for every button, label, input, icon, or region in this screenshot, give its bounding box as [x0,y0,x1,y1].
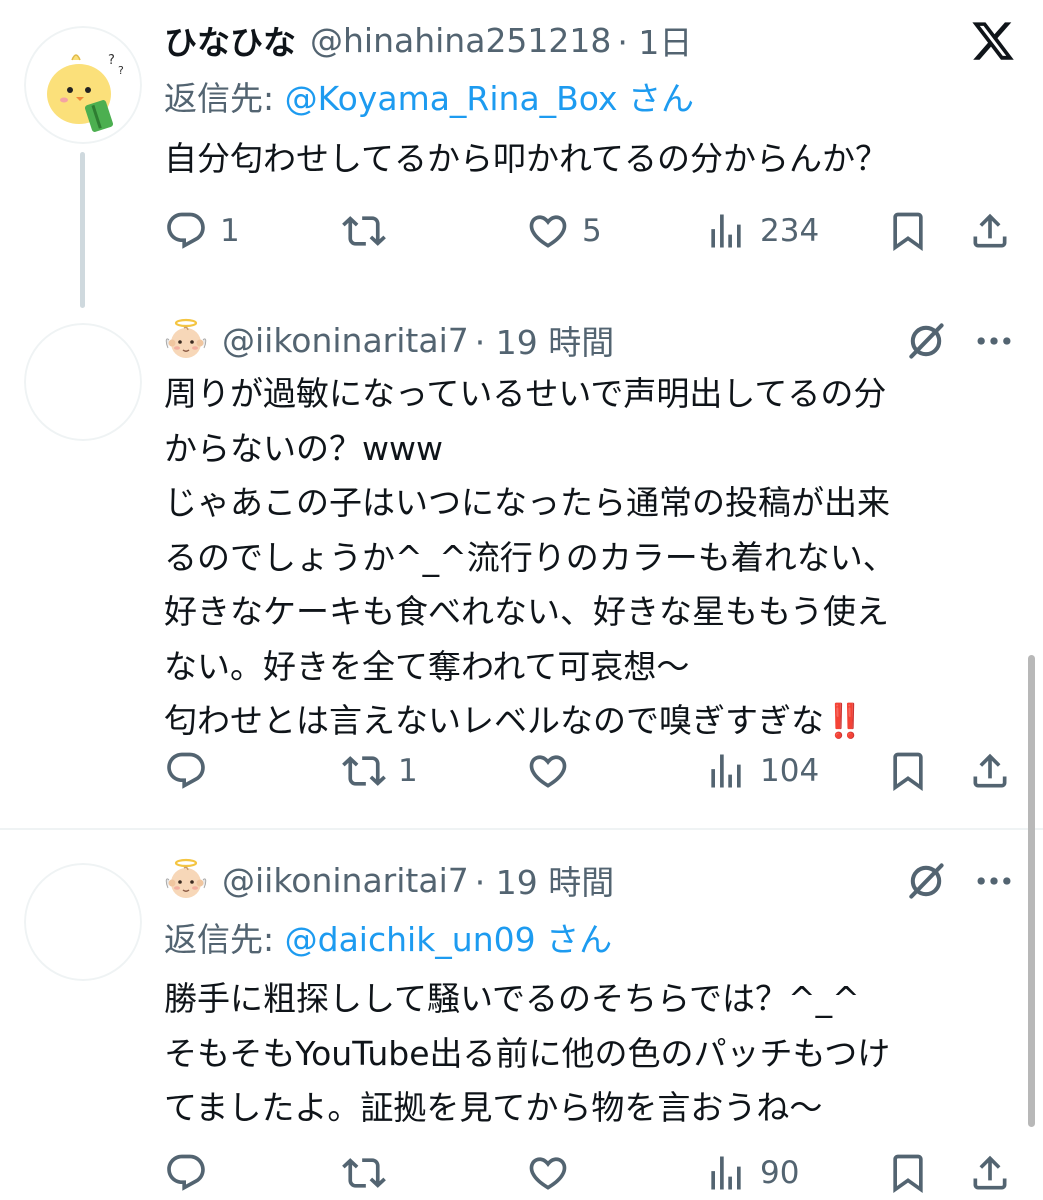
more-icon[interactable] [972,859,1016,903]
reply-icon [164,749,208,793]
retweet-count: 1 [398,753,418,789]
view-count: 90 [760,1155,800,1191]
timestamp[interactable]: · 19 時間 [475,856,614,904]
view-count: 104 [760,753,820,789]
tweet-text: 自分匂わせしてるから叩かれてるの分からんか？ [164,139,889,178]
reply-prefix: 返信先: [164,920,275,959]
view-count: 234 [760,213,820,249]
avatar[interactable] [24,323,142,441]
timestamp[interactable]: · 19 時間 [475,316,614,364]
bookmark-button[interactable] [886,1150,930,1196]
more-icon[interactable] [972,319,1016,363]
timestamp[interactable]: · 1日 [617,16,692,64]
reply-to-link[interactable]: @Koyama_Rina_Box さん [285,79,694,118]
share-button[interactable] [968,748,1012,794]
angel-baby-icon [164,318,208,362]
reply-button[interactable] [164,1150,220,1196]
svg-text:?: ? [108,53,115,68]
grok-icon[interactable] [904,859,948,903]
reply-icon [164,1151,208,1195]
share-button[interactable] [968,208,1012,254]
tweet-header: @iikoninaritai7 · 19 時間 [164,858,614,902]
tweet-header: @iikoninaritai7 · 19 時間 [164,318,614,362]
tweet-header: ひなひな @hinahina251218 · 1日 [164,16,692,64]
like-button[interactable]: 5 [526,208,602,254]
share-icon [968,209,1012,253]
angel-baby-icon [164,858,208,902]
retweet-icon [342,749,386,793]
avatar[interactable] [24,863,142,981]
reply-to-link[interactable]: @daichik_un09 さん [285,920,613,959]
share-icon [968,1151,1012,1195]
bookmark-icon [886,749,930,793]
tweet-text-content: 周りが過敏になっているせいで声明出してるの分 からないの？www じゃあこの子は… [164,374,896,740]
bookmark-icon [886,1151,930,1195]
grok-icon[interactable] [904,319,948,363]
reply-context: 返信先: @daichik_un09 さん [164,913,612,961]
reply-button[interactable] [164,748,220,794]
reply-count: 1 [220,213,240,249]
reply-prefix: 返信先: [164,79,275,118]
bookmark-button[interactable] [886,748,930,794]
tweet-actions: 90 [164,1150,1019,1196]
x-logo-icon [972,22,1014,60]
retweet-icon [342,209,386,253]
user-handle[interactable]: @hinahina251218 [310,21,611,60]
heart-icon [526,1151,570,1195]
bookmark-button[interactable] [886,208,930,254]
bookmark-icon [886,209,930,253]
thread-connector-line [80,152,85,308]
views-icon [704,1151,748,1195]
retweet-button[interactable] [342,208,398,254]
tweet-text: 勝手に粗探しして騒いでるのそちらでは？^_^ そもそもYouTube出る前に他の… [164,979,891,1127]
views-button[interactable]: 104 [704,748,819,794]
svg-text:?: ? [118,64,124,77]
double-exclamation-emoji: ‼️ [824,701,866,740]
scrollbar[interactable] [1028,655,1035,1127]
tweet-actions: 1 104 [164,748,1019,794]
reply-button[interactable]: 1 [164,208,240,254]
avatar[interactable]: ? ? [24,26,142,144]
retweet-button[interactable] [342,1150,398,1196]
retweet-button[interactable]: 1 [342,748,418,794]
heart-icon [526,209,570,253]
views-button[interactable]: 90 [704,1150,799,1196]
tweet-divider [0,828,1043,830]
display-name[interactable]: ひなひな [164,16,296,64]
user-handle[interactable]: @iikoninaritai7 [222,321,469,360]
like-count: 5 [582,213,602,249]
tweet-actions: 1 5 234 [164,208,1019,254]
views-icon [704,209,748,253]
reply-icon [164,209,208,253]
share-icon [968,749,1012,793]
heart-icon [526,749,570,793]
like-button[interactable] [526,748,582,794]
user-handle[interactable]: @iikoninaritai7 [222,861,469,900]
views-icon [704,749,748,793]
like-button[interactable] [526,1150,582,1196]
share-button[interactable] [968,1150,1012,1196]
retweet-icon [342,1151,386,1195]
views-button[interactable]: 234 [704,208,819,254]
tweet-text: 周りが過敏になっているせいで声明出してるの分 からないの？www じゃあこの子は… [164,367,896,749]
reply-context: 返信先: @Koyama_Rina_Box さん [164,72,694,120]
